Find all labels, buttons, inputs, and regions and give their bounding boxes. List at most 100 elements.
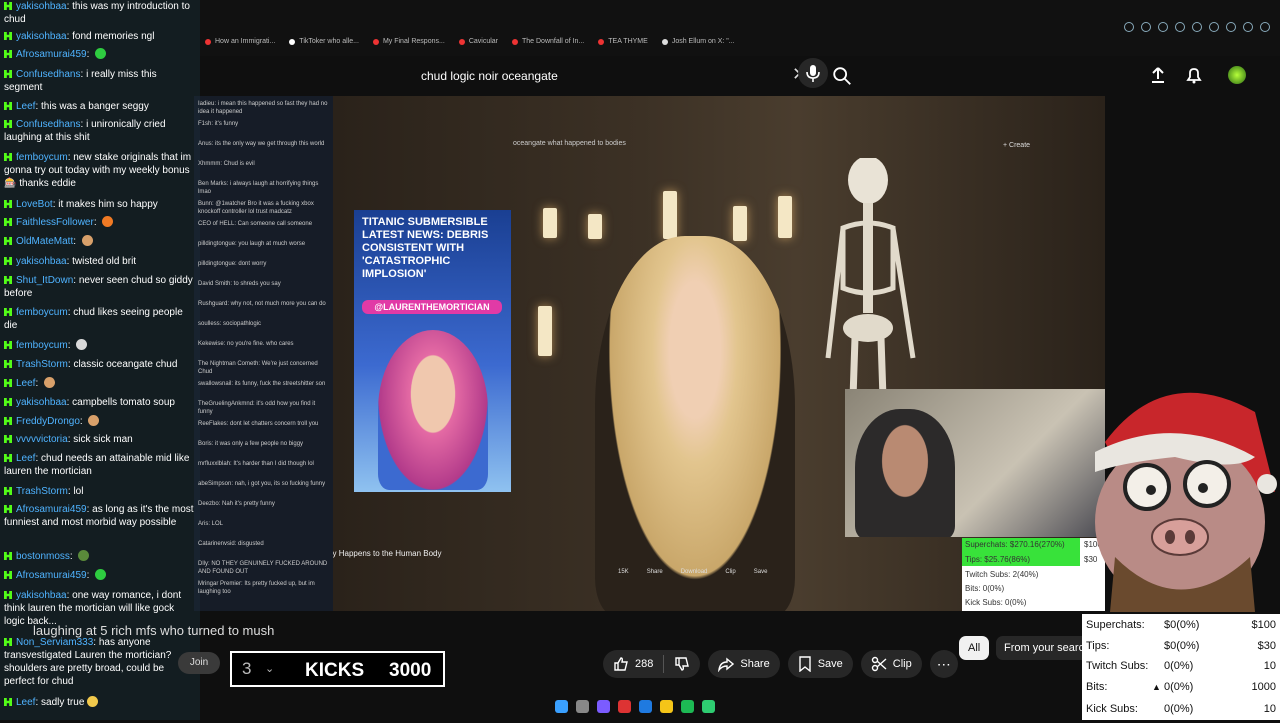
chat-username[interactable]: femboycum (16, 340, 68, 351)
save-button[interactable]: Save (787, 650, 853, 678)
secondary-chat-message: CEO of HELL: Can someone call someone (198, 221, 313, 227)
profile-icon[interactable] (1260, 22, 1270, 32)
chat-username[interactable]: yakisohbaa (16, 590, 67, 601)
kick-badge-icon (4, 698, 12, 706)
chat-username[interactable]: bostonmoss (16, 551, 70, 562)
chat-message: FreddyDrongo: (4, 415, 196, 428)
chat-username[interactable]: femboycum (16, 307, 68, 318)
windows-start-icon[interactable] (555, 700, 568, 713)
bookmark-icon (799, 656, 811, 672)
upload-icon[interactable] (1148, 65, 1168, 85)
secondary-chat-message: TheGruelingAnkmnd: it's odd how you find… (198, 401, 316, 415)
chrome-icon[interactable] (639, 700, 652, 713)
share-button[interactable]: Share (708, 650, 780, 678)
spotify-icon[interactable] (681, 700, 694, 713)
browser-tab[interactable]: Josh Ellum on X: "... (661, 38, 735, 45)
kick-badge-icon (4, 417, 12, 425)
search-input[interactable]: chud logic noir oceangate ✕ (408, 59, 851, 93)
browser-tab[interactable]: My Final Respons... (372, 38, 445, 45)
share-icon (718, 657, 735, 672)
chat-username[interactable]: yakisohbaa (16, 31, 67, 42)
chat-username[interactable]: LoveBot (16, 199, 53, 210)
chat-username[interactable]: Afrosamurai459 (16, 49, 87, 60)
folder-icon[interactable] (660, 700, 673, 713)
thumbnail-handle: @LAURENTHEMORTICIAN (362, 300, 502, 314)
kick-badge-icon (4, 153, 12, 161)
app-icon[interactable] (618, 700, 631, 713)
join-button[interactable]: Join (178, 652, 220, 674)
chat-username[interactable]: TrashStorm (16, 486, 68, 497)
browser-tabs: How an Immigrati... TikToker who alle...… (205, 38, 735, 45)
chat-username[interactable]: Confusedhans (16, 69, 81, 80)
bookmark-icon[interactable] (1192, 22, 1202, 32)
browser-tab[interactable]: TEA THYME (598, 38, 648, 45)
avatar[interactable] (1228, 66, 1246, 84)
youtube-favicon-icon (205, 38, 211, 45)
chat-username[interactable]: TrashStorm (16, 359, 68, 370)
kicks-target: 3000 (389, 660, 432, 681)
browser-tab[interactable]: Cavicular (458, 38, 498, 45)
donation-value: $0(0%) (1164, 619, 1200, 631)
search-taskbar-icon[interactable] (576, 700, 589, 713)
secondary-chat-message: Catarinenvsid: disgusted (198, 541, 264, 547)
discord-icon[interactable] (597, 700, 610, 713)
kick-badge-icon (4, 487, 12, 495)
chat-username[interactable]: FaithlessFollower (16, 217, 94, 228)
zoom-icon[interactable] (1124, 22, 1134, 32)
search-query[interactable]: chud logic noir oceangate (421, 69, 558, 83)
secondary-chat-message: Boris: it was only a few people no biggy (198, 441, 304, 447)
secondary-chat-message: Iadieu: i mean this happened so fast the… (198, 101, 328, 115)
kick-badge-icon (4, 398, 12, 406)
donation-label: Tips: (1086, 640, 1110, 652)
browser-tab[interactable]: The Downfall of In... (512, 38, 584, 45)
chat-username[interactable]: yakisohbaa (16, 1, 67, 12)
bell-icon[interactable] (1184, 65, 1204, 85)
browser-tab[interactable]: TikToker who alle... (289, 38, 359, 45)
kick-badge-icon (4, 435, 12, 443)
live-chat-panel: yakisohbaa: this was my introduction to … (0, 0, 200, 720)
extension-icon[interactable] (1141, 22, 1151, 32)
chat-username[interactable]: Non_Serviam333 (16, 637, 93, 648)
video-actions: 288 Share Save Clip ⋯ (603, 650, 958, 678)
search-icon[interactable] (831, 65, 853, 87)
chat-username[interactable]: Confusedhans (16, 119, 81, 130)
shield-icon[interactable] (1175, 22, 1185, 32)
kick-badge-icon (4, 257, 12, 265)
chat-username[interactable]: Leef (16, 453, 35, 464)
chat-username[interactable]: vvvvvictoria (16, 434, 68, 445)
heart-icon[interactable] (1209, 22, 1219, 32)
chip-all[interactable]: All (959, 636, 990, 660)
clip-button[interactable]: Clip (860, 650, 922, 678)
chat-username[interactable]: Afrosamurai459 (16, 570, 87, 581)
presenter-figure (595, 236, 795, 611)
kick-badge-icon (4, 120, 12, 128)
secondary-chat-message: soulless: sociopathlogic (198, 321, 262, 327)
xbox-icon[interactable] (702, 700, 715, 713)
chat-message: Shut_ItDown: never seen chud so giddy be… (4, 275, 193, 299)
extension-icon[interactable] (1158, 22, 1168, 32)
chat-username[interactable]: FreddyDrongo (16, 416, 80, 427)
chat-username[interactable]: Leef (16, 378, 35, 389)
chat-username[interactable]: Shut_ItDown (16, 275, 73, 286)
secondary-chat-message: mrfluxxlblah: It's harder than I did tho… (198, 461, 314, 467)
thumbs-down-icon[interactable] (674, 656, 690, 672)
chat-username[interactable]: Leef (16, 101, 35, 112)
like-button[interactable]: 288 (603, 650, 701, 678)
kick-badge-icon (4, 341, 12, 349)
chat-username[interactable]: yakisohbaa (16, 256, 67, 267)
chat-username[interactable]: Leef (16, 697, 35, 708)
chat-username[interactable]: yakisohbaa (16, 397, 67, 408)
chat-username[interactable]: OldMateMatt (16, 236, 73, 247)
chat-username[interactable]: femboycum (16, 152, 68, 163)
extension-icon[interactable] (1226, 22, 1236, 32)
browser-tab[interactable]: How an Immigrati... (205, 38, 275, 45)
more-options-button[interactable]: ⋯ (929, 650, 958, 678)
chat-username[interactable]: Afrosamurai459 (16, 504, 87, 515)
tab-label: TikToker who alle... (299, 38, 359, 45)
microphone-icon[interactable] (798, 58, 828, 88)
secondary-chat-message: Dlly: NO THEY GENUINELY FUCKED AROUND AN… (198, 561, 328, 575)
secondary-chat-message: Anus: its the only way we get through th… (198, 141, 325, 147)
donation-value: $0(0%) (1164, 640, 1200, 652)
thumbs-up-icon (614, 657, 628, 671)
extension-icon[interactable] (1243, 22, 1253, 32)
